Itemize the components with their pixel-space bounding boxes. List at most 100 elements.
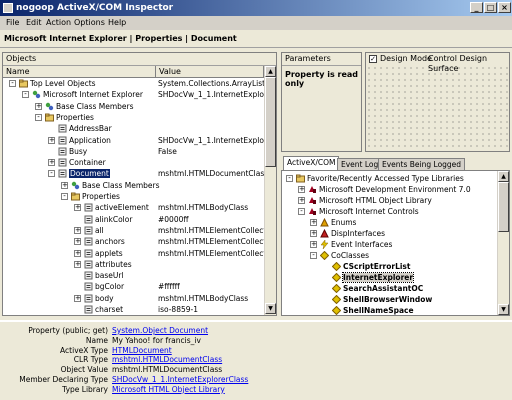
tree-row[interactable]: + Application SHDocVw_1_1.InternetExplorer…: [3, 135, 264, 146]
tree-row[interactable]: - Properties: [3, 191, 264, 202]
tree-row[interactable]: baseUrl: [3, 270, 264, 281]
tree-row[interactable]: - Microsoft Internet Explorer SHDocVw_1_1.…: [3, 89, 264, 100]
detail-link[interactable]: HTMLDocument: [112, 346, 172, 355]
expand-icon[interactable]: +: [61, 181, 68, 189]
property-icon: [58, 136, 67, 145]
property-icon: [58, 169, 67, 178]
library-tree-row[interactable]: + DispInterfaces: [282, 228, 497, 239]
collapse-icon[interactable]: -: [9, 80, 16, 87]
tree-row-label: Top Level Objects: [30, 79, 96, 88]
tab-activex-com[interactable]: ActiveX/COM: [283, 156, 340, 170]
detail-label: CLR Type: [73, 355, 108, 365]
tree-row[interactable]: + Base Class Members: [3, 101, 264, 112]
library-scroll-up-arrow-icon[interactable]: ▲: [498, 171, 509, 182]
library-tree-row[interactable]: + Event Interfaces: [282, 239, 497, 250]
menu-options[interactable]: Options: [74, 17, 105, 29]
scroll-down-arrow-icon[interactable]: ▼: [265, 303, 276, 314]
minimize-button[interactable]: _: [470, 2, 483, 13]
design-surface[interactable]: ✓ Design Mode Control Design Surface: [365, 52, 510, 152]
tree-row[interactable]: AddressBar: [3, 123, 264, 134]
detail-link[interactable]: Microsoft HTML Object Library: [112, 385, 225, 394]
tree-row[interactable]: - Document mshtml.HTMLDocumentClass: [3, 168, 264, 179]
collapse-icon[interactable]: -: [35, 113, 42, 121]
tree-row[interactable]: + activeElement mshtml.HTMLBodyClass: [3, 202, 264, 213]
library-tree-label: Favorite/Recently Accessed Type Librarie…: [307, 174, 464, 183]
tree-row[interactable]: - Top Level Objects System.Collections.Arr…: [3, 78, 264, 89]
collapse-icon[interactable]: -: [286, 175, 293, 182]
library-tree-row[interactable]: ShellBrowserWindow: [282, 294, 497, 305]
expand-icon[interactable]: +: [48, 136, 55, 144]
tab-event-log[interactable]: Event Log: [337, 158, 383, 170]
library-tree-row[interactable]: InternetExplorer: [282, 272, 497, 283]
tree-row[interactable]: + attributes: [3, 259, 264, 270]
close-button[interactable]: ×: [498, 2, 511, 13]
scroll-thumb[interactable]: [265, 77, 276, 167]
expand-icon[interactable]: +: [310, 230, 317, 237]
library-tree-row[interactable]: + Microsoft Development Environment 7.0: [282, 184, 497, 195]
library-tree-row[interactable]: - Microsoft Internet Controls: [282, 206, 497, 217]
tree-row-label: activeElement: [95, 203, 149, 213]
menu-action[interactable]: Action: [46, 17, 71, 29]
collapse-icon[interactable]: -: [22, 91, 29, 99]
scroll-up-arrow-icon[interactable]: ▲: [265, 66, 276, 77]
expand-icon[interactable]: +: [74, 249, 81, 257]
library-scrollbar[interactable]: ▲ ▼: [497, 171, 509, 315]
library-tree-row[interactable]: + Microsoft HTML Object Library: [282, 195, 497, 206]
column-header-name[interactable]: Name: [3, 66, 156, 78]
tree-row-label: AddressBar: [69, 124, 112, 134]
folder-icon: [19, 79, 28, 88]
tree-row[interactable]: alinkColor #0000ff: [3, 214, 264, 225]
menu-file[interactable]: File: [6, 17, 19, 29]
tree-row-value: SHDocVw_1_1.InternetExplorerCla: [158, 135, 264, 145]
expand-icon[interactable]: +: [74, 260, 81, 268]
property-icon: [84, 260, 93, 269]
library-scroll-thumb[interactable]: [498, 182, 509, 232]
tree-row[interactable]: + Base Class Members: [3, 180, 264, 191]
column-header-value[interactable]: Value: [156, 66, 264, 78]
tab-events-being-logged[interactable]: Events Being Logged: [378, 158, 466, 170]
expand-icon[interactable]: +: [74, 238, 81, 246]
maximize-button[interactable]: □: [484, 2, 497, 13]
expand-icon[interactable]: +: [74, 294, 81, 302]
library-tree-row[interactable]: CScriptErrorList: [282, 261, 497, 272]
expand-icon[interactable]: +: [298, 186, 305, 193]
collapse-icon[interactable]: -: [61, 193, 68, 200]
library-tree-row[interactable]: + Enums: [282, 217, 497, 228]
tree-row-label: Properties: [82, 192, 120, 201]
objects-scrollbar[interactable]: ▲ ▼: [264, 66, 276, 315]
expand-icon[interactable]: +: [310, 241, 317, 248]
collapse-icon[interactable]: -: [310, 252, 317, 259]
library-scroll-down-arrow-icon[interactable]: ▼: [498, 304, 509, 315]
tree-row[interactable]: bgColor #ffffff: [3, 281, 264, 292]
tree-row[interactable]: charset iso-8859-1: [3, 304, 264, 315]
expand-icon[interactable]: +: [74, 204, 81, 212]
detail-link[interactable]: mshtml.HTMLDocumentClass: [112, 355, 222, 364]
tree-row[interactable]: Busy False: [3, 146, 264, 157]
tree-row[interactable]: + all mshtml.HTMLElementCollection: [3, 225, 264, 236]
tree-row[interactable]: + applets mshtml.HTMLElementCollection: [3, 248, 264, 259]
expand-icon[interactable]: +: [298, 197, 305, 204]
library-tree-row[interactable]: SearchAssistantOC: [282, 283, 497, 294]
detail-link[interactable]: SHDocVw_1_1.InternetExplorerClass: [112, 375, 248, 384]
tree-row[interactable]: + body mshtml.HTMLBodyClass: [3, 293, 264, 304]
collapse-icon[interactable]: -: [48, 170, 55, 178]
collapse-icon[interactable]: -: [298, 208, 305, 215]
menu-help[interactable]: Help: [108, 17, 126, 29]
title-bar[interactable]: nogoop ActiveX/COM Inspector _ □ ×: [0, 0, 512, 16]
tree-row[interactable]: + anchors mshtml.HTMLElementCollection: [3, 236, 264, 247]
expand-icon[interactable]: +: [48, 159, 55, 167]
expand-icon[interactable]: +: [74, 226, 81, 234]
library-tree-row[interactable]: - Favorite/Recently Accessed Type Librari…: [282, 173, 497, 184]
folder-icon: [296, 174, 305, 183]
detail-link[interactable]: System.Object Document: [112, 326, 208, 335]
library-tree-row[interactable]: ShellNameSpace: [282, 305, 497, 315]
library-tree-label: Enums: [331, 218, 357, 227]
menu-edit[interactable]: Edit: [26, 17, 42, 29]
library-tree-row[interactable]: - CoClasses: [282, 250, 497, 261]
tree-row[interactable]: - Properties: [3, 112, 264, 123]
library-tree-label: SearchAssistantOC: [343, 284, 424, 293]
design-mode-checkbox[interactable]: ✓: [369, 55, 377, 63]
expand-icon[interactable]: +: [310, 219, 317, 226]
tree-row[interactable]: + Container: [3, 157, 264, 168]
expand-icon[interactable]: +: [35, 102, 42, 110]
